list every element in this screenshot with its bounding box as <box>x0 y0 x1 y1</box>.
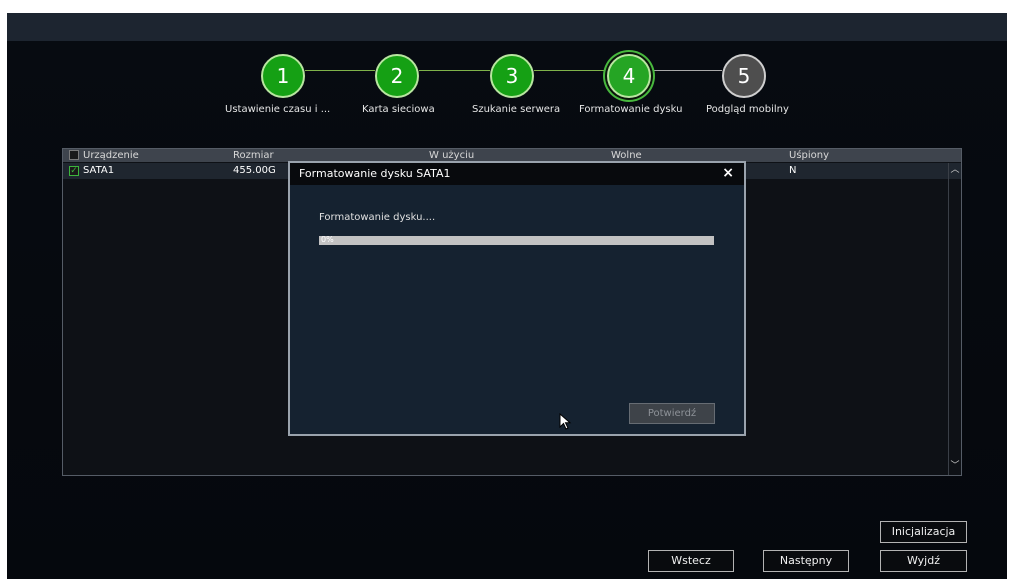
row-checkbox[interactable]: ✓ <box>69 166 79 176</box>
next-button[interactable]: Następny <box>763 550 849 572</box>
step-number: 1 <box>276 64 290 88</box>
header-sleep: Uśpiony <box>789 150 830 161</box>
close-icon[interactable]: × <box>722 165 734 181</box>
back-button[interactable]: Wstecz <box>648 550 734 572</box>
wizard-step-label: Karta sieciowa <box>362 104 435 115</box>
wizard-step-3[interactable]: 3 <box>490 54 534 98</box>
wizard-step-label: Ustawienie czasu i ... <box>225 104 331 115</box>
select-all-checkbox[interactable] <box>69 150 79 160</box>
header-size: Rozmiar <box>233 150 274 161</box>
progress-percent: 0% <box>321 235 334 244</box>
mouse-cursor-icon <box>559 413 572 430</box>
wizard-step-label: Formatowanie dysku <box>579 104 683 115</box>
dvr-setup-screen: 1 2 3 4 5 Ustawienie czasu i ... Karta s… <box>7 13 1007 579</box>
step-number: 4 <box>622 64 636 88</box>
cell-size: 455.00G <box>233 165 276 176</box>
initialize-button[interactable]: Inicjalizacja <box>880 521 967 543</box>
step-connector <box>651 70 722 71</box>
wizard-step-2[interactable]: 2 <box>375 54 419 98</box>
format-dialog: Formatowanie dysku SATA1 × Formatowanie … <box>288 161 746 436</box>
wizard-step-4[interactable]: 4 <box>607 54 651 98</box>
step-connector <box>305 70 375 71</box>
dialog-titlebar: Formatowanie dysku SATA1 × <box>290 163 744 185</box>
step-connector <box>419 70 490 71</box>
confirm-button[interactable]: Potwierdź <box>629 403 715 424</box>
step-number: 3 <box>505 64 519 88</box>
step-number: 5 <box>737 64 751 88</box>
cell-device: SATA1 <box>83 165 115 176</box>
step-number: 2 <box>390 64 404 88</box>
wizard-step-label: Podgląd mobilny <box>706 104 789 115</box>
wizard-step-1[interactable]: 1 <box>261 54 305 98</box>
cell-sleep: N <box>789 165 797 176</box>
step-connector <box>534 70 607 71</box>
table-scrollbar[interactable]: ︿ ﹀ <box>948 163 961 475</box>
exit-button[interactable]: Wyjdź <box>880 550 967 572</box>
scroll-up-icon[interactable]: ︿ <box>950 165 960 175</box>
header-device: Urządzenie <box>83 150 139 161</box>
wizard-step-5[interactable]: 5 <box>722 54 766 98</box>
format-progress-bar: 0% <box>319 235 714 245</box>
scroll-down-icon[interactable]: ﹀ <box>950 461 960 471</box>
format-status-text: Formatowanie dysku.... <box>319 212 436 223</box>
dialog-title: Formatowanie dysku SATA1 <box>299 167 451 180</box>
wizard-step-label: Szukanie serwera <box>472 104 561 115</box>
